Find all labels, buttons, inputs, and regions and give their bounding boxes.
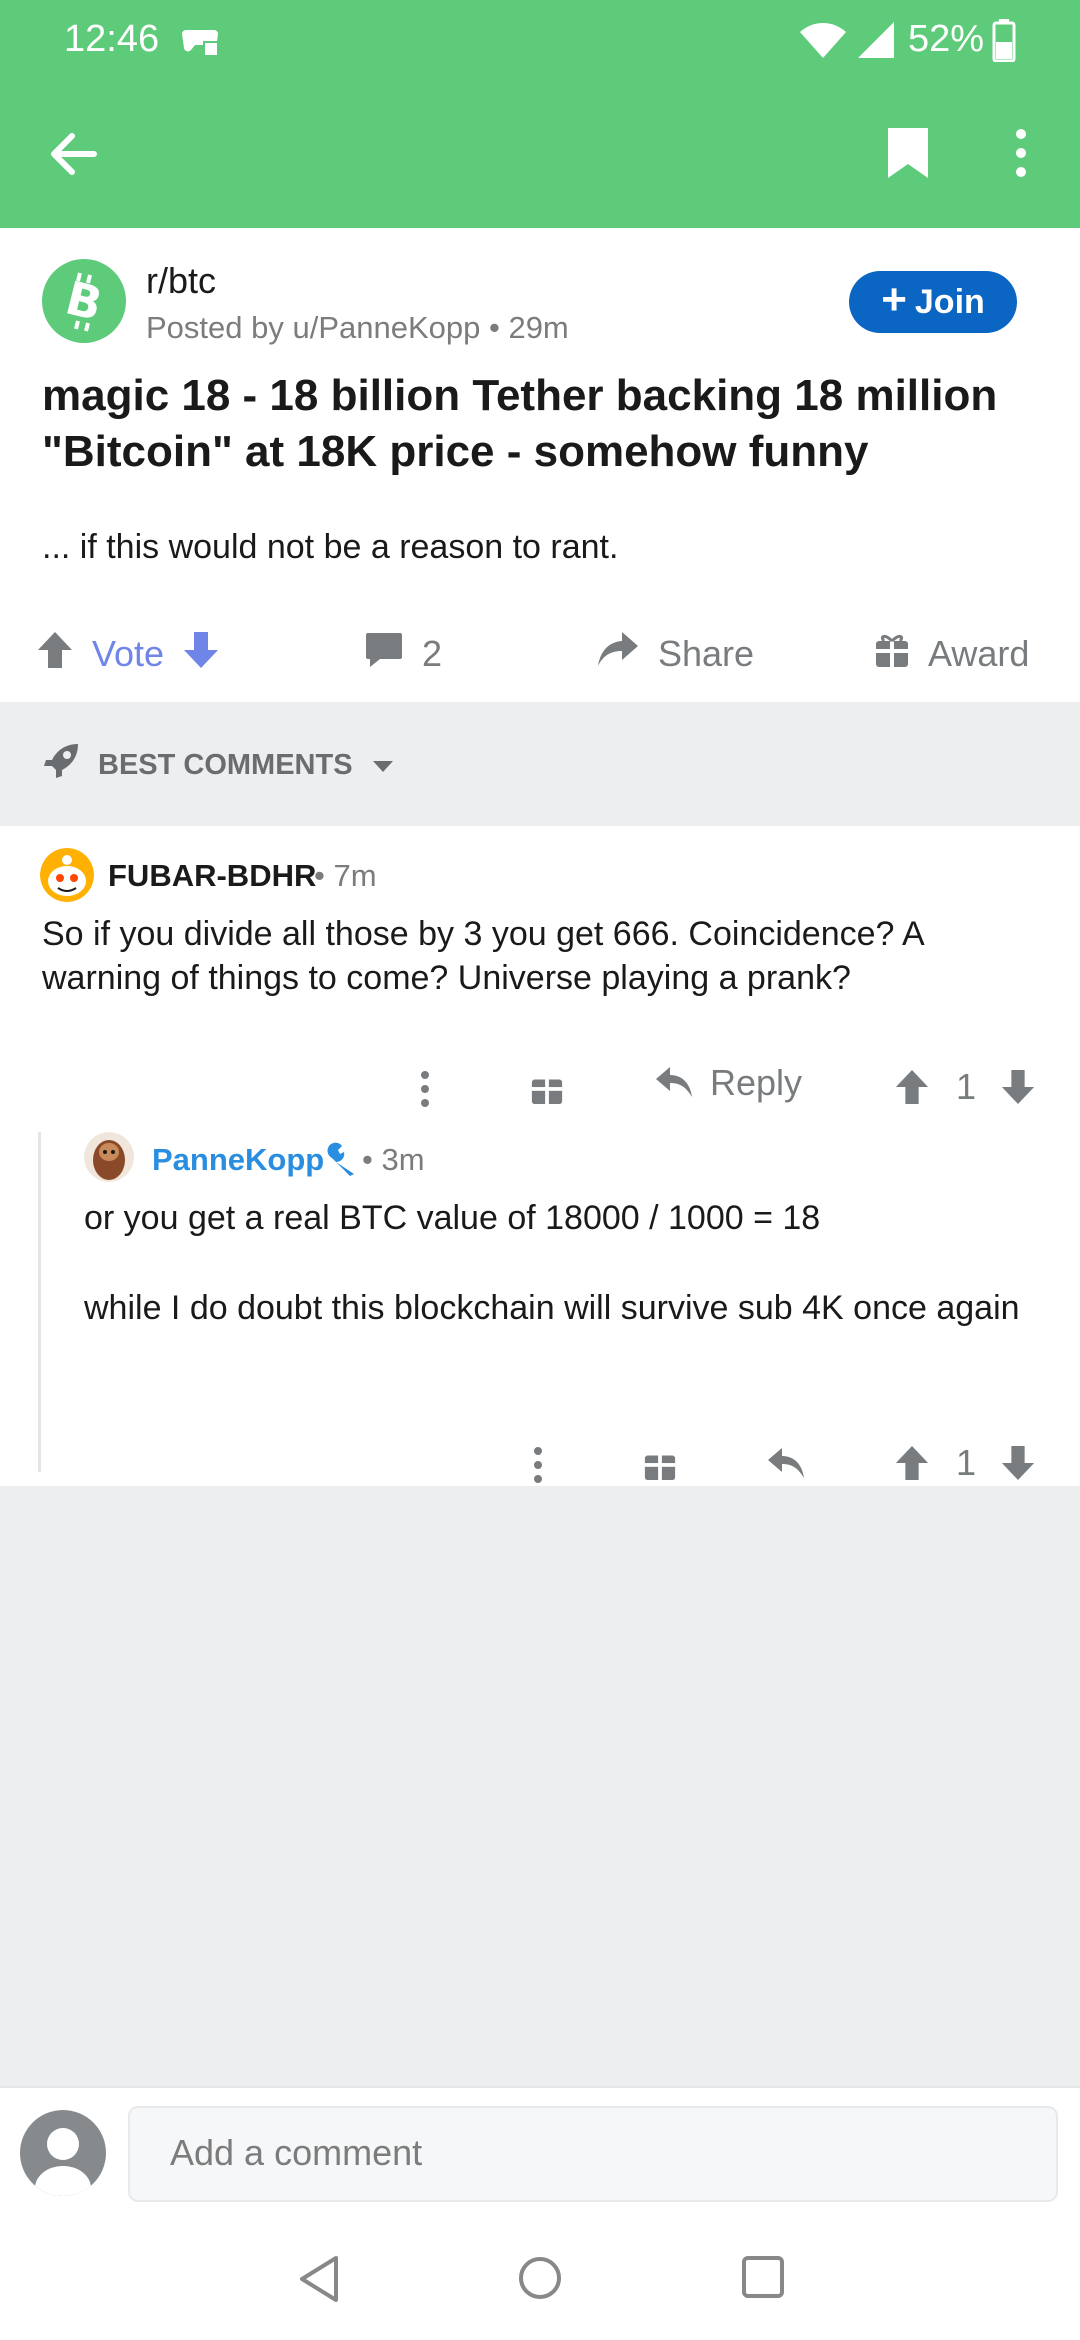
comment-composer: Add a comment — [0, 2086, 1080, 2218]
award-button[interactable]: Award — [874, 618, 1029, 690]
gift-icon[interactable] — [643, 1446, 677, 1491]
app-bar — [0, 80, 1080, 228]
battery-percent: 52% — [908, 18, 985, 60]
downvote-icon[interactable] — [1000, 1444, 1036, 1491]
share-button[interactable]: Share — [596, 618, 754, 690]
comments-button[interactable]: 2 — [364, 618, 442, 690]
back-arrow-icon[interactable] — [46, 130, 98, 183]
wifi-icon — [798, 20, 848, 70]
upvote-icon[interactable] — [894, 1068, 930, 1115]
reply-button[interactable]: Reply — [654, 1062, 802, 1104]
game-controller-icon — [180, 24, 220, 68]
bookmark-icon[interactable] — [886, 126, 930, 185]
comment-actions: 1 — [500, 1432, 1040, 1496]
reply-arrow-icon — [656, 1067, 692, 1097]
more-options-icon[interactable] — [420, 1070, 430, 1117]
comment-body: So if you divide all those by 3 you get … — [42, 915, 923, 997]
comment-avatar[interactable] — [84, 1132, 134, 1182]
battery-icon — [992, 18, 1016, 72]
user-avatar[interactable] — [20, 2110, 106, 2196]
comment-score: 1 — [956, 1066, 977, 1107]
plus-icon: + — [881, 275, 907, 324]
comment-score: 1 — [956, 1442, 977, 1483]
cell-signal-icon — [856, 20, 896, 70]
comment-time: • 3m — [362, 1142, 425, 1177]
nav-recents-icon[interactable] — [740, 2254, 786, 2305]
comment-author[interactable]: PanneKopp — [152, 1142, 324, 1178]
bitcoin-icon: B — [60, 271, 108, 332]
downvote-icon[interactable] — [1000, 1068, 1036, 1115]
reply-arrow-icon[interactable] — [766, 1446, 806, 1491]
comment-time: • 7m — [314, 858, 377, 893]
nav-back-icon[interactable] — [296, 2254, 342, 2309]
post-author-line[interactable]: Posted by u/PanneKopp • 29m — [146, 310, 569, 346]
rocket-icon — [42, 742, 80, 788]
join-label: Join — [914, 282, 985, 321]
comment-body-line-2: while I do doubt this blockchain will su… — [84, 1289, 1020, 1327]
sort-label: BEST COMMENTS — [98, 748, 353, 781]
post-body: ... if this would not be a reason to ran… — [42, 528, 619, 566]
reply-label: Reply — [710, 1062, 803, 1103]
comment-count: 2 — [422, 633, 443, 674]
subreddit-avatar[interactable]: B — [42, 259, 126, 343]
vote-label: Vote — [92, 633, 165, 674]
caret-down-icon — [371, 749, 395, 782]
comment-sort-bar[interactable]: BEST COMMENTS — [0, 702, 1080, 826]
more-options-icon[interactable] — [533, 1446, 543, 1493]
gift-icon — [874, 631, 910, 678]
post-card: B r/btc Posted by u/PanneKopp • 29m + Jo… — [0, 228, 1080, 702]
comment-body-line-1: or you get a real BTC value of 18000 / 1… — [84, 1199, 821, 1237]
downvote-icon[interactable] — [182, 630, 220, 679]
more-options-icon[interactable] — [1014, 128, 1028, 183]
subreddit-name[interactable]: r/btc — [146, 260, 216, 302]
nav-home-icon[interactable] — [516, 2254, 564, 2307]
post-actions: Vote 2 Share Award — [0, 618, 1080, 690]
upvote-icon[interactable] — [36, 630, 74, 679]
award-label: Award — [928, 633, 1030, 674]
comment-actions: Reply 1 — [400, 1056, 1040, 1120]
share-arrow-icon — [596, 630, 640, 679]
add-comment-input[interactable]: Add a comment — [128, 2106, 1058, 2202]
thread-line — [38, 1132, 41, 1472]
status-bar: 12:46 52% — [0, 0, 1080, 80]
svg-text:B: B — [60, 271, 107, 332]
post-title: magic 18 - 18 billion Tether backing 18 … — [42, 371, 998, 476]
moderator-wrench-icon — [322, 1140, 360, 1183]
comment-bubble-icon — [364, 631, 404, 678]
comment-author[interactable]: FUBAR-BDHR — [108, 858, 316, 894]
status-time: 12:46 — [64, 18, 160, 60]
upvote-icon[interactable] — [894, 1444, 930, 1491]
system-nav-bar — [0, 2218, 1080, 2340]
comment-avatar[interactable] — [40, 848, 94, 902]
vote-group: Vote — [36, 618, 220, 690]
comments-section: FUBAR-BDHR • 7m So if you divide all tho… — [0, 826, 1080, 1486]
join-button[interactable]: + Join — [849, 271, 1017, 333]
share-label: Share — [658, 633, 755, 674]
gift-icon[interactable] — [530, 1070, 564, 1115]
